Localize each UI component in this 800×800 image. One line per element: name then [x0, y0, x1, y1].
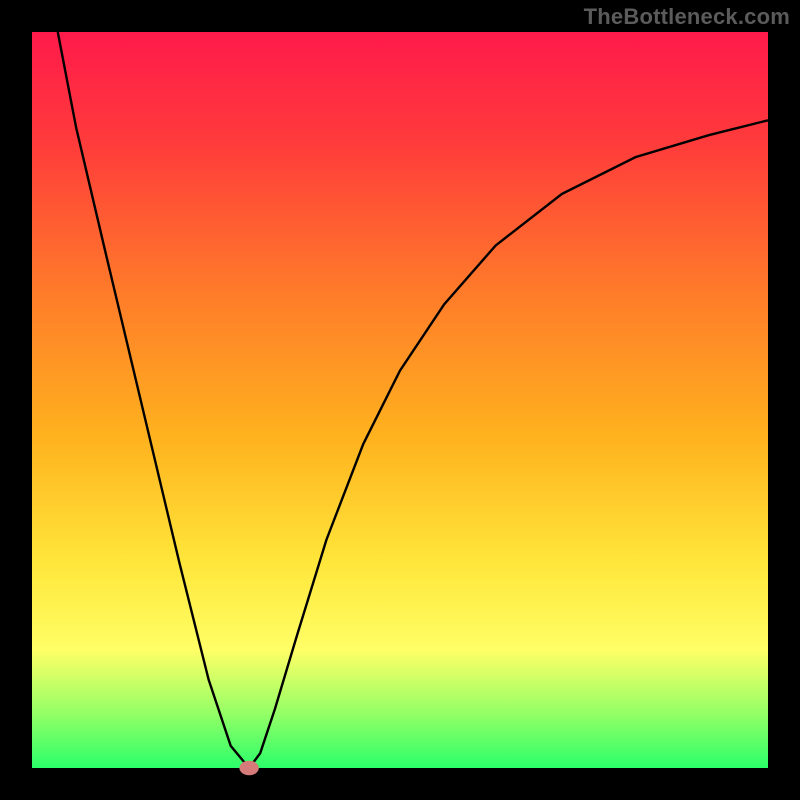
- watermark-label: TheBottleneck.com: [584, 4, 790, 30]
- minimum-marker: [239, 761, 258, 776]
- plot-gradient-background: [32, 32, 768, 768]
- bottleneck-chart: [0, 0, 800, 800]
- chart-frame: TheBottleneck.com: [0, 0, 800, 800]
